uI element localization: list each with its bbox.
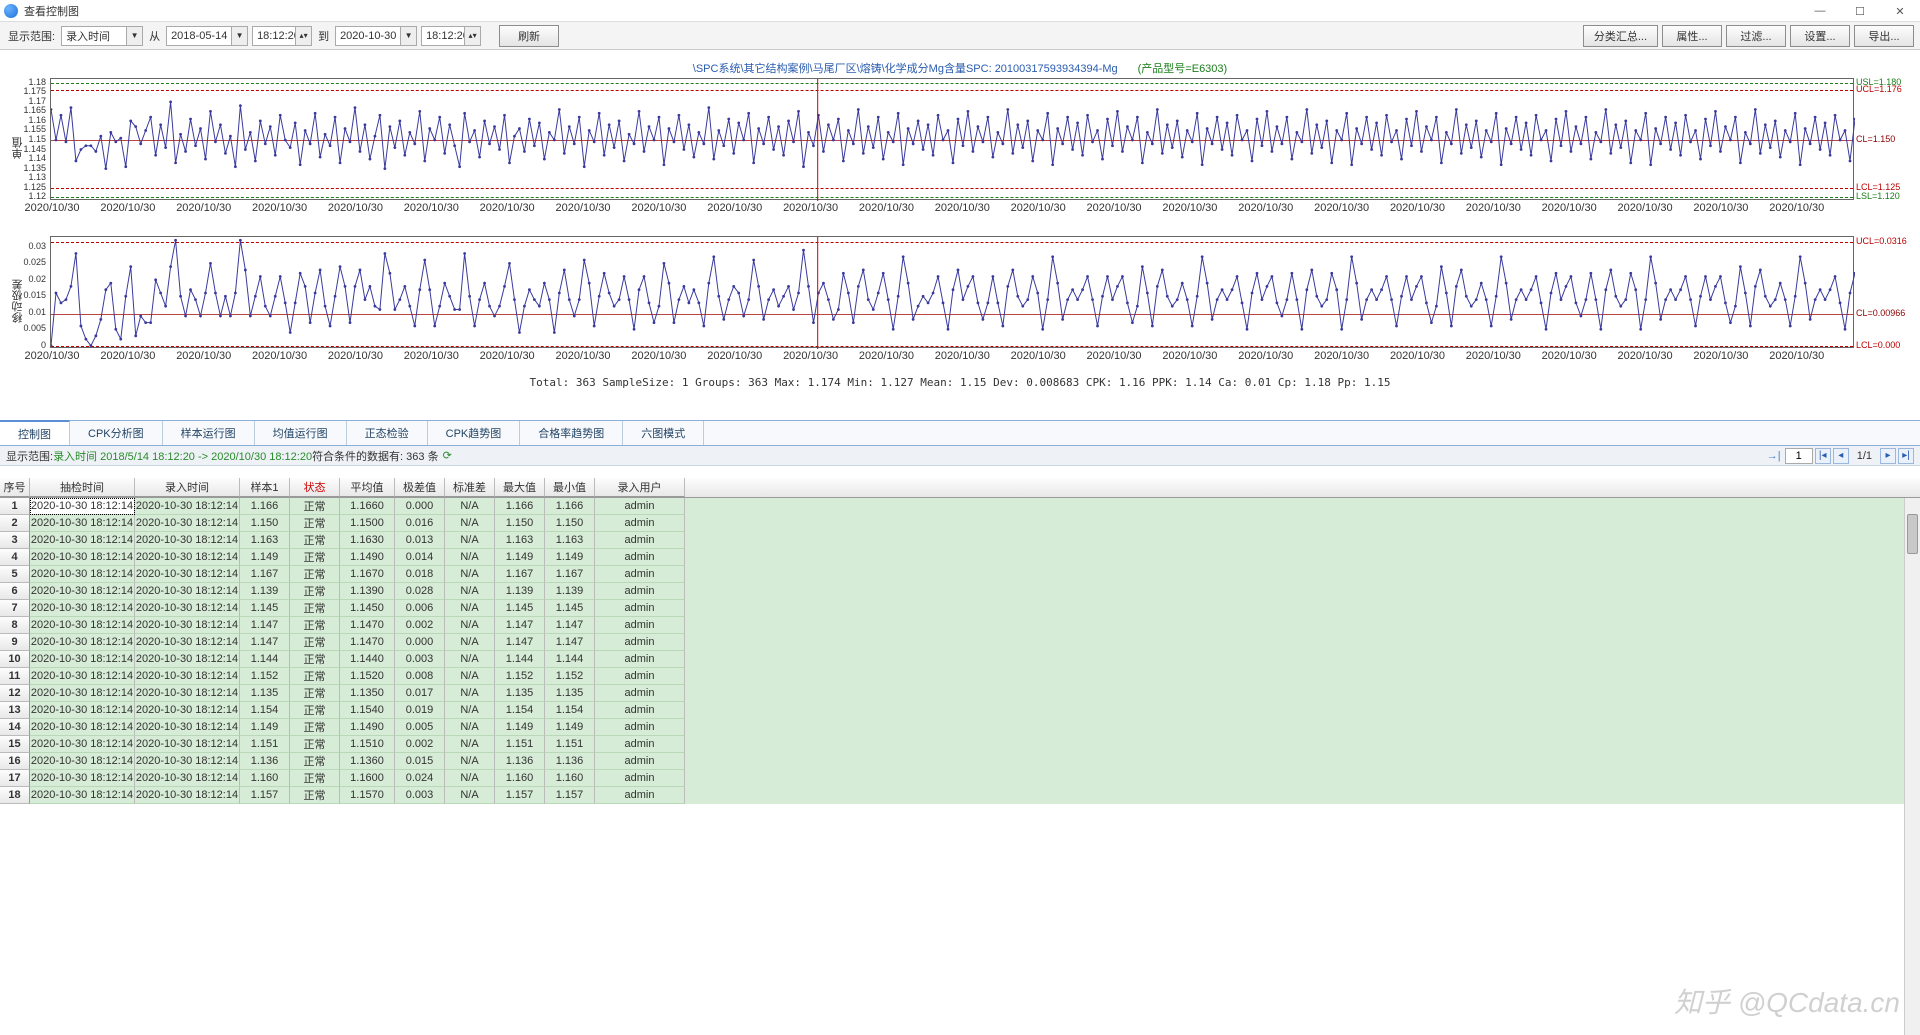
filter-range: 录入时间 2018/5/14 18:12:20 -> 2020/10/30 18… xyxy=(53,448,312,464)
tab-0[interactable]: 控制图 xyxy=(0,420,70,445)
filter-count: 符合条件的数据有: 363 条 xyxy=(312,448,439,464)
toolbar: 显示范围: 录入时间▼ 从 2018-05-14▼ 18:12:20▴▾ 到 2… xyxy=(0,22,1920,50)
from-date[interactable]: 2018-05-14▼ xyxy=(166,26,248,46)
to-label: 到 xyxy=(318,28,329,44)
table-row[interactable]: 162020-10-30 18:12:142020-10-30 18:12:14… xyxy=(0,753,1920,770)
table-row[interactable]: 142020-10-30 18:12:142020-10-30 18:12:14… xyxy=(0,719,1920,736)
tab-3[interactable]: 均值运行图 xyxy=(255,421,347,445)
page-last-icon[interactable]: →| xyxy=(1765,448,1783,464)
filter-button[interactable]: 过滤... xyxy=(1726,25,1786,47)
from-time[interactable]: 18:12:20▴▾ xyxy=(252,26,312,46)
first-page-button[interactable]: |◂ xyxy=(1815,448,1831,464)
tab-2[interactable]: 样本运行图 xyxy=(163,421,255,445)
to-time[interactable]: 18:12:20▴▾ xyxy=(421,26,481,46)
tab-7[interactable]: 六图模式 xyxy=(623,421,704,445)
close-button[interactable]: ✕ xyxy=(1880,0,1920,22)
refresh-button[interactable]: 刷新 xyxy=(499,25,559,47)
vertical-scrollbar[interactable] xyxy=(1904,498,1920,1035)
table-row[interactable]: 172020-10-30 18:12:142020-10-30 18:12:14… xyxy=(0,770,1920,787)
next-page-button[interactable]: ▸ xyxy=(1880,448,1896,464)
titlebar: 查看控制图 — ☐ ✕ xyxy=(0,0,1920,22)
col-header[interactable]: 平均值 xyxy=(340,478,395,497)
spinner-icon[interactable]: ▴▾ xyxy=(464,27,480,45)
col-header[interactable]: 最小值 xyxy=(545,478,595,497)
page-input[interactable] xyxy=(1785,448,1813,464)
table-row[interactable]: 112020-10-30 18:12:142020-10-30 18:12:14… xyxy=(0,668,1920,685)
chevron-down-icon[interactable]: ▼ xyxy=(126,27,142,45)
watermark: 知乎 @QCdata.cn xyxy=(1674,981,1900,1021)
table-row[interactable]: 182020-10-30 18:12:142020-10-30 18:12:14… xyxy=(0,787,1920,804)
refresh-icon[interactable]: ⟳ xyxy=(443,449,452,462)
chart-title: \SPC系统\其它结构案例\马尾厂区\熔铸\化学成分Mg含量SPC: 20100… xyxy=(6,60,1914,76)
last-page-button[interactable]: ▸| xyxy=(1898,448,1914,464)
col-header[interactable]: 录入用户 xyxy=(595,478,685,497)
table-row[interactable]: 22020-10-30 18:12:142020-10-30 18:12:141… xyxy=(0,515,1920,532)
summary-button[interactable]: 分类汇总... xyxy=(1583,25,1658,47)
table-row[interactable]: 92020-10-30 18:12:142020-10-30 18:12:141… xyxy=(0,634,1920,651)
export-button[interactable]: 导出... xyxy=(1854,25,1914,47)
prev-page-button[interactable]: ◂ xyxy=(1833,448,1849,464)
col-header[interactable]: 抽检时间 xyxy=(30,478,135,497)
table-row[interactable]: 82020-10-30 18:12:142020-10-30 18:12:141… xyxy=(0,617,1920,634)
table-row[interactable]: 62020-10-30 18:12:142020-10-30 18:12:141… xyxy=(0,583,1920,600)
tab-bar: 控制图CPK分析图样本运行图均值运行图正态检验CPK趋势图合格率趋势图六图模式 xyxy=(0,420,1920,446)
col-header[interactable]: 极差值 xyxy=(395,478,445,497)
table-row[interactable]: 132020-10-30 18:12:142020-10-30 18:12:14… xyxy=(0,702,1920,719)
stats-line: Total: 363 SampleSize: 1 Groups: 363 Max… xyxy=(6,376,1914,389)
page-indicator: 1/1 xyxy=(1857,450,1872,462)
tab-6[interactable]: 合格率趋势图 xyxy=(520,421,623,445)
moving-range-chart[interactable]: 移动极差 00.0050.010.0150.020.0250.03 UCL=0.… xyxy=(50,236,1854,366)
table-row[interactable]: 52020-10-30 18:12:142020-10-30 18:12:141… xyxy=(0,566,1920,583)
chart-area: \SPC系统\其它结构案例\马尾厂区\熔铸\化学成分Mg含量SPC: 20100… xyxy=(0,50,1920,420)
chevron-down-icon[interactable]: ▼ xyxy=(400,27,416,45)
app-icon xyxy=(4,4,18,18)
table-row[interactable]: 12020-10-30 18:12:142020-10-30 18:12:141… xyxy=(0,498,1920,515)
col-header[interactable]: 标准差 xyxy=(445,478,495,497)
minimize-button[interactable]: — xyxy=(1800,0,1840,22)
chevron-down-icon[interactable]: ▼ xyxy=(231,27,247,45)
from-label: 从 xyxy=(149,28,160,44)
table-row[interactable]: 122020-10-30 18:12:142020-10-30 18:12:14… xyxy=(0,685,1920,702)
settings-button[interactable]: 设置... xyxy=(1790,25,1850,47)
props-button[interactable]: 属性... xyxy=(1662,25,1722,47)
data-grid[interactable]: 序号抽检时间录入时间样本1状态平均值极差值标准差最大值最小值录入用户 12020… xyxy=(0,478,1920,1035)
col-header[interactable]: 状态 xyxy=(290,478,340,497)
col-header[interactable]: 最大值 xyxy=(495,478,545,497)
col-header[interactable]: 录入时间 xyxy=(135,478,240,497)
tab-4[interactable]: 正态检验 xyxy=(347,421,428,445)
maximize-button[interactable]: ☐ xyxy=(1840,0,1880,22)
table-row[interactable]: 42020-10-30 18:12:142020-10-30 18:12:141… xyxy=(0,549,1920,566)
table-row[interactable]: 72020-10-30 18:12:142020-10-30 18:12:141… xyxy=(0,600,1920,617)
window-title: 查看控制图 xyxy=(24,3,79,19)
table-row[interactable]: 102020-10-30 18:12:142020-10-30 18:12:14… xyxy=(0,651,1920,668)
range-label: 显示范围: xyxy=(8,28,55,44)
tab-5[interactable]: CPK趋势图 xyxy=(428,421,521,445)
spinner-icon[interactable]: ▴▾ xyxy=(295,27,311,45)
table-row[interactable]: 32020-10-30 18:12:142020-10-30 18:12:141… xyxy=(0,532,1920,549)
col-header[interactable]: 序号 xyxy=(0,478,30,497)
range-combo[interactable]: 录入时间▼ xyxy=(61,26,143,46)
filter-bar: 显示范围: 录入时间 2018/5/14 18:12:20 -> 2020/10… xyxy=(0,446,1920,466)
col-header[interactable]: 样本1 xyxy=(240,478,290,497)
to-date[interactable]: 2020-10-30▼ xyxy=(335,26,417,46)
tab-1[interactable]: CPK分析图 xyxy=(70,421,163,445)
individuals-chart[interactable]: 单值 1.121.1251.131.1351.141.1451.151.1551… xyxy=(50,78,1854,218)
table-row[interactable]: 152020-10-30 18:12:142020-10-30 18:12:14… xyxy=(0,736,1920,753)
